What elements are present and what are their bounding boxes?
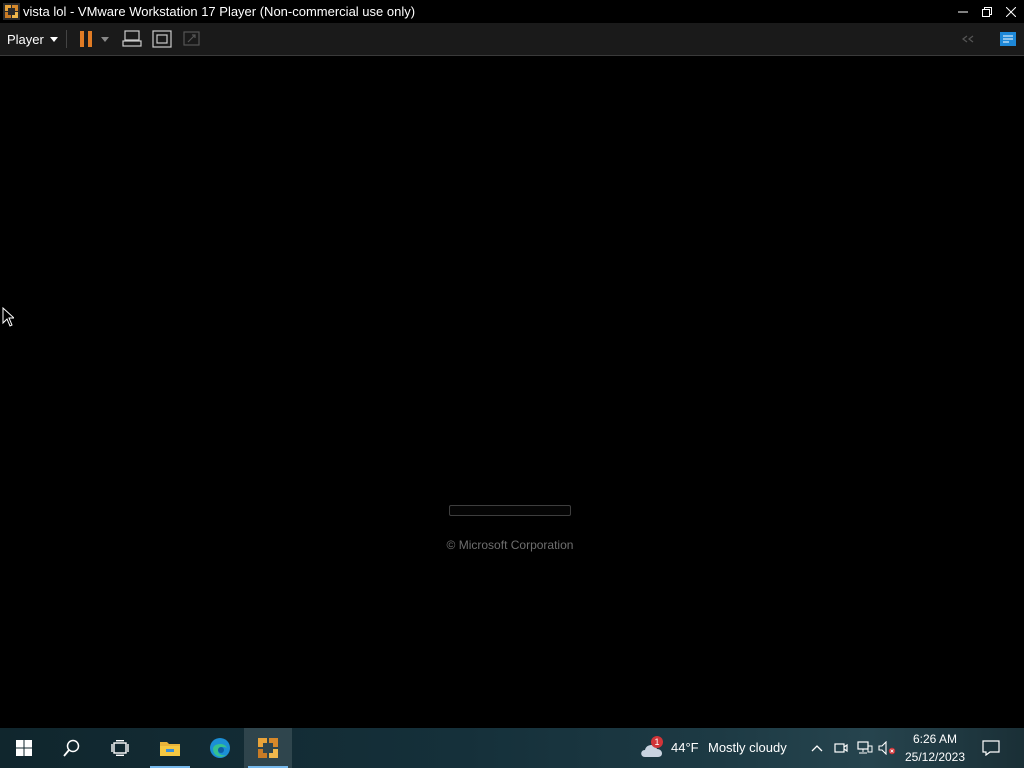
weather-temperature: 44°F — [671, 740, 699, 755]
copyright-text: © Microsoft Corporation — [446, 538, 574, 552]
network-icon — [857, 741, 873, 754]
chevron-down-icon — [49, 36, 58, 42]
message-log-button[interactable] — [996, 27, 1020, 51]
restore-icon — [982, 6, 992, 17]
clock-time: 6:26 AM — [912, 732, 958, 746]
restore-button[interactable] — [975, 0, 999, 23]
chevron-up-icon — [811, 745, 823, 752]
window-title: vista lol - VMware Workstation 17 Player… — [23, 4, 416, 19]
vmware-app-icon — [258, 738, 278, 758]
unity-button[interactable] — [180, 27, 204, 51]
collapse-toolbar-button[interactable] — [956, 27, 980, 51]
volume-muted-icon — [878, 741, 896, 755]
weather-alert-badge: 1 — [651, 736, 663, 748]
message-log-icon — [1000, 32, 1016, 46]
show-hidden-icons-button[interactable] — [807, 738, 827, 758]
task-view-button[interactable] — [96, 728, 144, 768]
taskbar-edge[interactable] — [196, 728, 244, 768]
action-center-button[interactable] — [981, 738, 1001, 758]
folder-icon — [160, 742, 180, 756]
edge-browser-icon — [210, 738, 230, 758]
power-dropdown-button[interactable] — [98, 27, 112, 51]
start-button[interactable] — [0, 728, 48, 768]
search-icon — [63, 739, 80, 757]
taskbar-file-explorer[interactable] — [146, 728, 194, 768]
mouse-cursor-icon — [2, 307, 14, 327]
meet-now-button[interactable] — [831, 738, 851, 758]
title-bar: vista lol - VMware Workstation 17 Player… — [0, 0, 1024, 23]
weather-description: Mostly cloudy — [708, 740, 787, 755]
pause-icon — [80, 31, 92, 47]
fullscreen-icon — [152, 30, 172, 48]
volume-button[interactable] — [877, 738, 897, 758]
fullscreen-button[interactable] — [150, 27, 174, 51]
boot-progress-bar — [449, 505, 571, 516]
search-button[interactable] — [48, 728, 96, 768]
close-button[interactable] — [999, 0, 1023, 23]
taskbar-vmware-player[interactable] — [244, 728, 292, 768]
player-menu-label: Player — [7, 31, 44, 47]
chevron-down-icon — [101, 36, 109, 42]
task-view-icon — [111, 740, 129, 756]
pause-button[interactable] — [74, 27, 98, 51]
minimize-button[interactable] — [951, 0, 975, 23]
toolbar-separator — [66, 30, 67, 48]
camera-icon — [834, 743, 848, 753]
send-ctrl-alt-del-button[interactable] — [120, 27, 144, 51]
windows-logo-icon — [16, 740, 32, 756]
vm-display[interactable]: © Microsoft Corporation — [0, 56, 1024, 728]
network-button[interactable] — [855, 738, 875, 758]
minimize-icon — [958, 11, 968, 12]
close-icon — [1006, 6, 1016, 17]
send-ctrl-alt-del-icon — [122, 30, 142, 47]
windows-taskbar: 1 44°F Mostly cloudy 6:26 AM 25/12/2023 — [0, 728, 1024, 768]
player-menu-button[interactable]: Player — [2, 27, 63, 51]
notification-icon — [982, 740, 1000, 756]
vmware-toolbar: Player — [0, 23, 1024, 56]
vmware-app-icon — [3, 3, 20, 20]
clock-date: 25/12/2023 — [904, 750, 966, 764]
unity-icon — [183, 31, 200, 46]
double-chevron-left-icon — [962, 35, 974, 43]
